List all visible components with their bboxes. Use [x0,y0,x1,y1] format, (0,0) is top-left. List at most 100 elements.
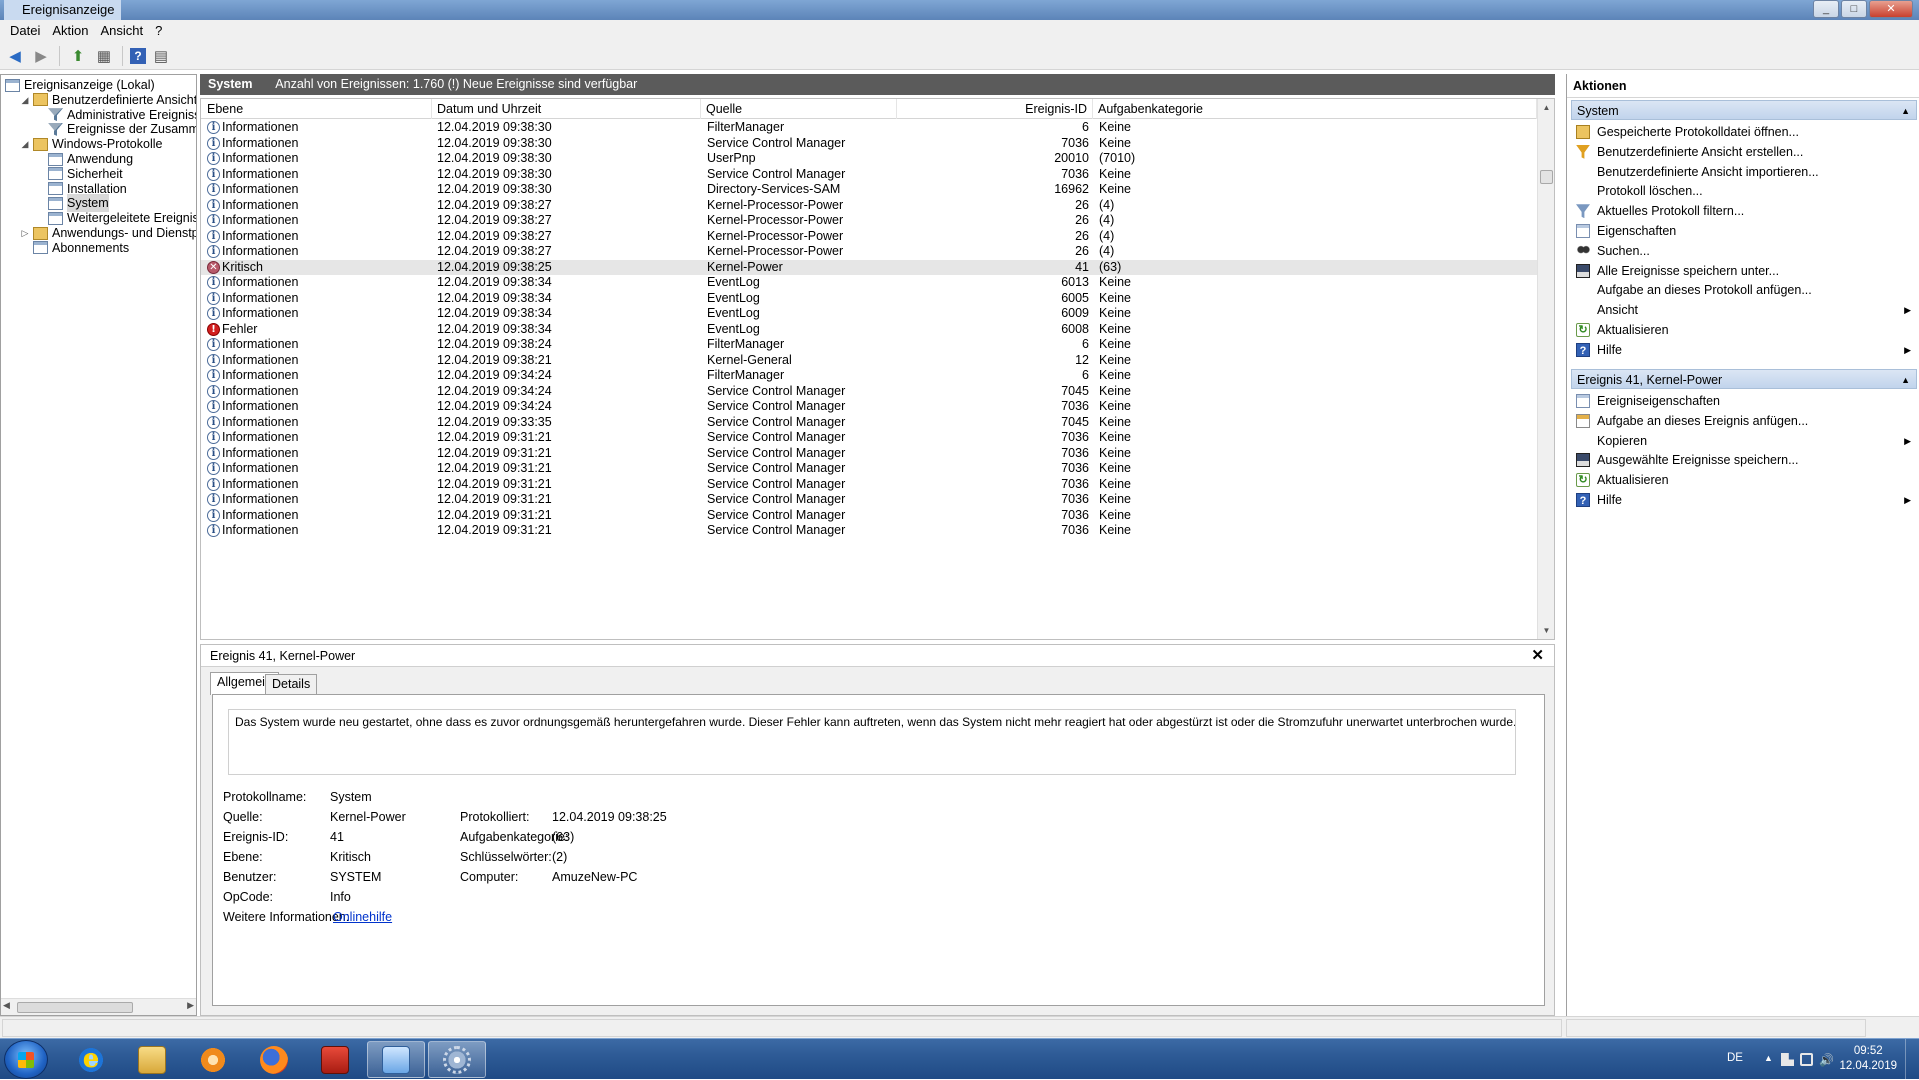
table-row[interactable]: i Informationen 12.04.2019 09:38:30 FilterM… [201,120,1537,136]
table-row[interactable]: i Informationen 12.04.2019 09:38:30 Service… [201,136,1537,152]
help-icon[interactable]: ? [130,47,146,64]
column-header-category[interactable]: Aufgabenkategorie [1093,99,1537,119]
actions-section-event[interactable]: Ereignis 41, Kernel-Power ▲ [1571,369,1917,389]
action-item[interactable]: Ansicht ▶ [1571,300,1917,320]
column-header-level[interactable]: Ebene [201,99,432,119]
tree-horizontal-scrollbar[interactable]: ◀ ▶ [1,998,196,1015]
scroll-thumb[interactable] [17,1002,133,1013]
table-row[interactable]: i Informationen 12.04.2019 09:34:24 Service… [201,399,1537,415]
column-header-event-id[interactable]: Ereignis-ID [897,99,1093,119]
table-row[interactable]: i Informationen 12.04.2019 09:34:24 Service… [201,384,1537,400]
category-cell: Keine [1099,135,1131,150]
scroll-up-icon[interactable]: ▲ [1538,99,1554,116]
action-item[interactable]: Alle Ereignisse speichern unter... [1571,261,1917,281]
table-row[interactable]: i Informationen 12.04.2019 09:38:34 EventLo… [201,291,1537,307]
show-desktop-button[interactable] [1905,1039,1919,1080]
maximize-button[interactable]: □ [1841,0,1867,18]
table-row[interactable]: i Informationen 12.04.2019 09:31:21 Service… [201,446,1537,462]
column-header-source[interactable]: Quelle [701,99,897,119]
table-row[interactable]: i Informationen 12.04.2019 09:38:27 Kernel-… [201,244,1537,260]
table-row[interactable]: i Informationen 12.04.2019 09:38:30 UserPnp… [201,151,1537,167]
volume-icon[interactable]: 🔊 [1819,1053,1834,1067]
menu-datei[interactable]: Datei [4,20,46,42]
table-row[interactable]: i Informationen 12.04.2019 09:31:21 Service… [201,492,1537,508]
language-indicator[interactable]: DE [1727,1052,1743,1064]
table-row[interactable]: i Informationen 12.04.2019 09:38:30 Service… [201,167,1537,183]
back-arrow-icon[interactable]: ◀ [4,45,26,67]
start-button[interactable] [4,1040,48,1079]
show-tree-icon[interactable]: ▦ [93,45,115,67]
table-row[interactable]: i Informationen 12.04.2019 09:38:27 Kernel-… [201,229,1537,245]
tree-expander-icon[interactable]: ◢ [20,135,30,153]
action-item[interactable]: Aufgabe an dieses Ereignis anfügen... [1571,411,1917,431]
collapse-icon[interactable]: ▲ [1901,101,1910,121]
event-description[interactable]: Das System wurde neu gestartet, ohne das… [228,709,1516,775]
action-center-flag-icon[interactable] [1781,1053,1794,1066]
action-item[interactable]: Ereigniseigenschaften [1571,391,1917,411]
tree-expander-icon[interactable]: ◢ [20,91,30,109]
tab-details[interactable]: Details [265,674,318,694]
scroll-left-icon[interactable]: ◀ [3,1000,10,1011]
table-row[interactable]: i Informationen 12.04.2019 09:38:30 Directo… [201,182,1537,198]
action-item[interactable]: ? Hilfe ▶ [1571,490,1917,510]
table-row[interactable]: i Informationen 12.04.2019 09:38:34 EventLo… [201,275,1537,291]
actions-section-system[interactable]: System ▲ [1571,100,1917,120]
table-row[interactable]: i Informationen 12.04.2019 09:31:21 Service… [201,523,1537,539]
table-row[interactable]: i Informationen 12.04.2019 09:38:34 EventLo… [201,306,1537,322]
menu-ansicht[interactable]: Ansicht [95,20,150,42]
online-help-link[interactable]: Onlinehilfe [333,909,392,926]
forward-arrow-icon[interactable]: ▶ [30,45,52,67]
action-item[interactable]: Eigenschaften [1571,221,1917,241]
menu-help[interactable]: ? [149,20,168,42]
table-row[interactable]: i Informationen 12.04.2019 09:38:27 Kernel-… [201,198,1537,214]
datetime-cell: 12.04.2019 09:38:34 [437,306,552,320]
clock[interactable]: 09:52 12.04.2019 [1839,1044,1897,1074]
scroll-thumb[interactable] [1540,170,1553,184]
show-hidden-icons-icon[interactable]: ▲ [1764,1053,1777,1066]
column-header-datetime[interactable]: Datum und Uhrzeit [432,99,701,119]
action-item[interactable]: ? Hilfe ▶ [1571,340,1917,360]
table-row[interactable]: ! Fehler 12.04.2019 09:38:34 EventLog 6008 Ke… [201,322,1537,338]
action-item[interactable]: Suchen... [1571,241,1917,261]
table-row[interactable]: i Informationen 12.04.2019 09:31:21 Service… [201,508,1537,524]
show-action-pane-icon[interactable]: ▤ [150,45,172,67]
taskbar-firefox[interactable] [245,1041,303,1078]
table-row[interactable]: i Informationen 12.04.2019 09:31:21 Service… [201,430,1537,446]
taskbar-control-panel[interactable] [367,1041,425,1078]
table-row[interactable]: i Informationen 12.04.2019 09:38:24 FilterM… [201,337,1537,353]
table-row[interactable]: ✕ Kritisch 12.04.2019 09:38:25 Kernel-Power… [201,259,1537,275]
window-title: Ereignisanzeige [4,0,121,20]
close-icon[interactable]: ✕ [1531,645,1544,667]
taskbar-event-viewer[interactable] [428,1041,486,1078]
network-icon[interactable] [1800,1053,1813,1066]
up-folder-icon[interactable]: ⬆ [67,45,89,67]
close-window-button[interactable]: ✕ [1869,0,1913,18]
action-item[interactable]: Aufgabe an dieses Protokoll anfügen... [1571,280,1917,300]
action-item[interactable]: Protokoll löschen... [1571,181,1917,201]
collapse-icon[interactable]: ▲ [1901,370,1910,390]
minimize-button[interactable]: _ [1813,0,1839,18]
event-list-scrollbar[interactable]: ▲ ▼ [1537,99,1554,639]
taskbar-explorer[interactable] [123,1041,181,1078]
scroll-right-icon[interactable]: ▶ [187,1000,194,1011]
menu-aktion[interactable]: Aktion [46,20,94,42]
table-row[interactable]: i Informationen 12.04.2019 09:38:21 Kernel-… [201,353,1537,369]
table-row[interactable]: i Informationen 12.04.2019 09:31:21 Service… [201,461,1537,477]
table-row[interactable]: i Informationen 12.04.2019 09:38:27 Kernel-… [201,213,1537,229]
action-item[interactable]: ↻ Aktualisieren [1571,320,1917,340]
taskbar-media-player[interactable] [184,1041,242,1078]
tree-item[interactable]: Abonnements [20,239,129,257]
table-row[interactable]: i Informationen 12.04.2019 09:34:24 FilterM… [201,368,1537,384]
table-row[interactable]: i Informationen 12.04.2019 09:33:35 Service… [201,415,1537,431]
scroll-down-icon[interactable]: ▼ [1538,622,1554,639]
action-item[interactable]: Benutzerdefinierte Ansicht erstellen... [1571,142,1917,162]
action-item[interactable]: Benutzerdefinierte Ansicht importieren..… [1571,162,1917,182]
action-item[interactable]: ↻ Aktualisieren [1571,470,1917,490]
action-item[interactable]: Ausgewählte Ereignisse speichern... [1571,450,1917,470]
action-item[interactable]: Gespeicherte Protokolldatei öffnen... [1571,122,1917,142]
action-item[interactable]: Kopieren ▶ [1571,431,1917,451]
taskbar-toolbox[interactable] [306,1041,364,1078]
table-row[interactable]: i Informationen 12.04.2019 09:31:21 Service… [201,477,1537,493]
taskbar-ie[interactable]: e [62,1041,120,1078]
action-item[interactable]: Aktuelles Protokoll filtern... [1571,201,1917,221]
